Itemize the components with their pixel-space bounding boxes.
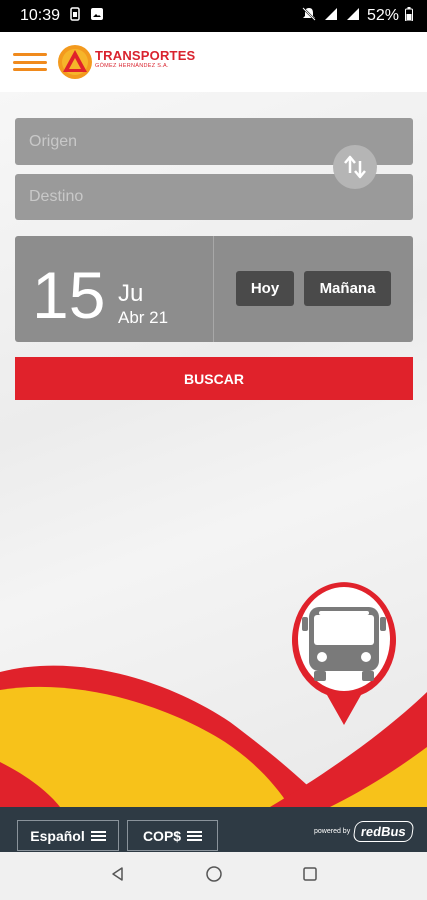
back-icon[interactable] xyxy=(110,866,126,887)
language-label: Español xyxy=(30,827,85,844)
date-divider xyxy=(213,236,214,342)
currency-label: COP$ xyxy=(142,827,182,844)
date-weekday: Ju xyxy=(118,280,144,307)
footer-bar: Español COP$ powered by redBus xyxy=(0,807,427,852)
list-icon xyxy=(187,830,203,841)
menu-line xyxy=(13,68,47,71)
today-button[interactable]: Hoy xyxy=(236,271,294,306)
list-icon xyxy=(90,830,106,841)
signal-icon xyxy=(345,6,361,27)
redbus-logo: redBus xyxy=(352,821,415,842)
main-content: Origen Destino 15 Ju Abr 21 Hoy Mañana B… xyxy=(0,92,427,807)
tomorrow-button[interactable]: Mañana xyxy=(304,271,391,306)
recents-icon[interactable] xyxy=(302,866,318,887)
system-nav-bar xyxy=(0,852,427,900)
logo-tagline: ​ xyxy=(127,71,195,76)
swap-icon xyxy=(344,155,366,179)
date-picker-panel[interactable]: 15 Ju Abr 21 Hoy Mañana xyxy=(15,236,413,342)
brand-logo: TRANSPORTES GÓMEZ HERNÁNDEZ S.A. ​ xyxy=(57,44,195,80)
swap-route-button[interactable] xyxy=(333,145,377,189)
status-time: 10:39 xyxy=(20,7,61,24)
powered-by-badge: powered by redBus xyxy=(314,821,415,842)
logo-subtitle: GÓMEZ HERNÁNDEZ S.A. xyxy=(95,62,169,69)
image-notification-icon xyxy=(90,7,104,26)
language-selector[interactable]: Español xyxy=(17,820,119,851)
battery-icon xyxy=(405,6,413,26)
logo-emblem-icon xyxy=(58,45,92,79)
menu-line xyxy=(13,60,47,64)
battery-text: 52% xyxy=(366,7,399,24)
powered-by-label: powered by xyxy=(314,828,351,835)
search-button[interactable]: BUSCAR xyxy=(15,357,413,400)
date-day: 15 xyxy=(32,258,106,332)
hamburger-menu-button[interactable] xyxy=(13,50,47,74)
status-bar: 10:39 52% xyxy=(0,0,427,32)
home-icon[interactable] xyxy=(205,865,223,888)
mute-icon xyxy=(301,6,317,27)
date-month-year: Abr 21 xyxy=(118,308,169,327)
logo-title: TRANSPORTES xyxy=(95,47,196,63)
sim-icon xyxy=(70,6,80,26)
data-signal-icon xyxy=(323,6,339,27)
currency-selector[interactable]: COP$ xyxy=(127,820,218,851)
bus-location-pin-icon xyxy=(292,582,396,725)
app-header: TRANSPORTES GÓMEZ HERNÁNDEZ S.A. ​ xyxy=(0,32,427,92)
menu-line xyxy=(13,53,47,56)
